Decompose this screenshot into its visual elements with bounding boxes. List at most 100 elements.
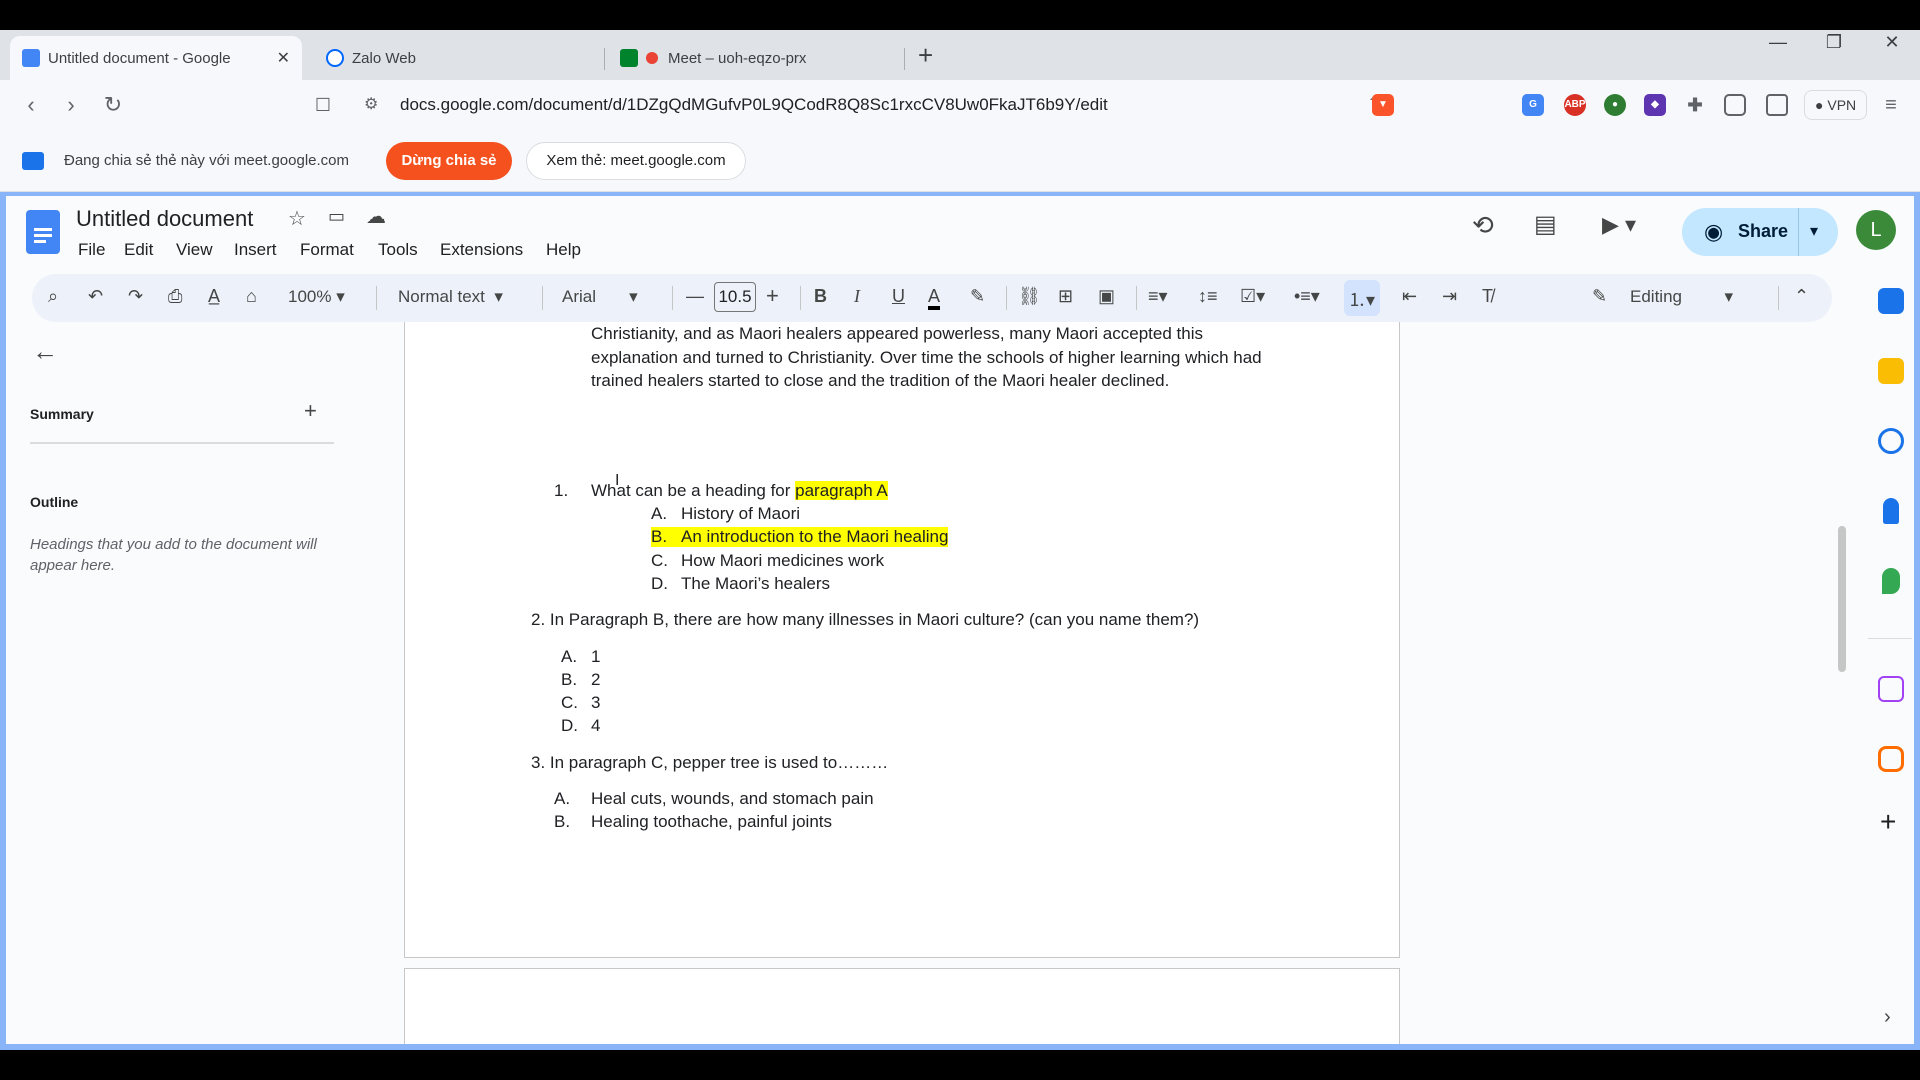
redo-icon[interactable]: ↷: [128, 286, 143, 307]
brave-shield-icon[interactable]: ▼: [1372, 94, 1394, 116]
numbered-list-icon[interactable]: ⒈▾: [1348, 286, 1375, 312]
ext-green-icon[interactable]: ●: [1604, 94, 1626, 116]
view-tab-button[interactable]: Xem thẻ: meet.google.com: [526, 142, 746, 180]
bold-icon[interactable]: B: [814, 286, 827, 307]
menu-file[interactable]: File: [78, 240, 105, 260]
menu-tools[interactable]: Tools: [378, 240, 418, 260]
italic-icon[interactable]: I: [854, 286, 860, 307]
document-page-next[interactable]: [404, 968, 1400, 1044]
decrease-indent-icon[interactable]: ⇤: [1402, 286, 1417, 307]
document-title[interactable]: Untitled document: [76, 206, 253, 232]
insert-link-icon[interactable]: ⛓: [1018, 286, 1041, 307]
keep-icon[interactable]: [1878, 358, 1904, 384]
move-folder-icon[interactable]: ▭: [328, 206, 345, 227]
line-spacing-icon[interactable]: ↕≡: [1198, 286, 1218, 307]
q1-option-letter: D.: [651, 574, 668, 593]
tab-meet[interactable]: Meet – uoh-eqzo-prx: [608, 36, 898, 80]
addon-purple-icon[interactable]: [1878, 676, 1904, 702]
stop-sharing-button[interactable]: Dừng chia sẻ: [386, 142, 512, 180]
reload-icon[interactable]: ↻: [98, 90, 128, 120]
increase-indent-icon[interactable]: ⇥: [1442, 286, 1457, 307]
q2-option-text: 4: [591, 716, 601, 735]
site-settings-icon[interactable]: ⚙: [364, 94, 378, 114]
add-summary-plus-icon[interactable]: +: [304, 398, 317, 424]
tab-google-docs[interactable]: Untitled document - Google ✕: [10, 36, 302, 80]
get-addons-plus-icon[interactable]: +: [1880, 806, 1896, 838]
comments-icon[interactable]: ▤: [1534, 210, 1557, 239]
q2-question: 2. In Paragraph B, there are how many il…: [531, 610, 1200, 629]
docs-logo-icon[interactable]: [26, 210, 60, 254]
increase-font-size-icon[interactable]: +: [766, 283, 779, 309]
search-menus-icon[interactable]: ⌕: [48, 286, 58, 307]
addon-orange-icon[interactable]: [1878, 746, 1904, 772]
menu-edit[interactable]: Edit: [124, 240, 153, 260]
contacts-icon[interactable]: [1883, 498, 1899, 524]
document-scrollbar[interactable]: [1838, 526, 1846, 672]
text-color-icon[interactable]: A: [928, 286, 941, 310]
bulleted-list-icon[interactable]: •≡▾: [1294, 286, 1320, 307]
calendar-icon[interactable]: [1878, 288, 1904, 314]
forward-icon[interactable]: ›: [56, 90, 86, 120]
close-window-icon[interactable]: ✕: [1872, 32, 1912, 53]
ext-purple-icon[interactable]: ◆: [1644, 94, 1666, 116]
version-history-icon[interactable]: ⟲: [1472, 210, 1494, 241]
outline-placeholder-note: Headings that you add to the document wi…: [30, 536, 317, 574]
bookmark-icon[interactable]: ☐: [308, 90, 338, 120]
wallet-icon[interactable]: [1766, 94, 1788, 116]
tab-zalo[interactable]: Zalo Web: [314, 36, 594, 80]
document-page[interactable]: Christianity, and as Maori healers appea…: [404, 322, 1400, 958]
print-icon[interactable]: ⎙: [168, 286, 182, 307]
spellcheck-icon[interactable]: A̲: [208, 286, 220, 307]
menu-extensions[interactable]: Extensions: [440, 240, 523, 260]
share-dropdown-icon[interactable]: ▾: [1810, 221, 1818, 241]
insert-image-icon[interactable]: ▣: [1098, 286, 1115, 307]
editing-mode-select[interactable]: Editing ▾: [1630, 287, 1733, 307]
address-bar[interactable]: ⚙ docs.google.com/document/d/1DZgQdMGufv…: [352, 84, 1392, 126]
paint-format-icon[interactable]: ⌂: [246, 286, 257, 307]
restore-icon[interactable]: ❐: [1814, 32, 1854, 53]
q2-option-letter: A.: [561, 647, 578, 666]
meet-camera-icon[interactable]: ▶ ▾: [1602, 212, 1636, 238]
font-size-input[interactable]: 10.5: [714, 282, 756, 312]
star-icon[interactable]: ☆: [288, 206, 306, 231]
underline-icon[interactable]: U: [892, 286, 905, 307]
text-cursor-icon: I: [615, 472, 620, 489]
vpn-button[interactable]: ● VPN: [1804, 90, 1868, 120]
q1-text: What can be a heading for: [591, 481, 796, 500]
close-tab-icon[interactable]: ✕: [277, 48, 290, 68]
highlight-color-icon[interactable]: ✎: [970, 286, 985, 307]
adblock-icon[interactable]: ABP: [1564, 94, 1586, 116]
menu-format[interactable]: Format: [300, 240, 354, 260]
zoom-select[interactable]: 100% ▾: [288, 287, 345, 307]
paragraph-line: explanation and turned to Christianity. …: [591, 348, 1262, 367]
docs-favicon-icon: [22, 49, 40, 67]
checklist-icon[interactable]: ☑▾: [1240, 286, 1265, 307]
browser-menu-icon[interactable]: ≡: [1876, 90, 1906, 120]
sidebar-toggle-icon[interactable]: [1724, 94, 1746, 116]
q2-option-letter: D.: [561, 716, 578, 735]
new-tab-plus-icon[interactable]: +: [918, 40, 933, 71]
paragraph-line: trained healers started to close and the…: [591, 371, 1170, 390]
menu-view[interactable]: View: [176, 240, 213, 260]
avatar[interactable]: L: [1856, 210, 1896, 250]
add-comment-icon[interactable]: ⊞: [1058, 286, 1073, 307]
clear-formatting-icon[interactable]: T̸: [1482, 286, 1493, 307]
minimize-icon[interactable]: —: [1758, 32, 1798, 53]
undo-icon[interactable]: ↶: [88, 286, 103, 307]
maps-icon[interactable]: [1882, 568, 1900, 594]
puzzle-icon[interactable]: ✚: [1684, 94, 1706, 116]
font-select[interactable]: Arial ▾: [562, 287, 638, 307]
hide-menus-chevron-icon[interactable]: ⌃: [1794, 286, 1809, 307]
close-outline-arrow-icon[interactable]: ←: [32, 336, 58, 367]
menu-insert[interactable]: Insert: [234, 240, 277, 260]
cloud-status-icon[interactable]: ☁: [366, 204, 386, 229]
back-icon[interactable]: ‹: [16, 90, 46, 120]
menu-help[interactable]: Help: [546, 240, 581, 260]
style-select[interactable]: Normal text ▾: [398, 287, 503, 307]
tasks-icon[interactable]: [1878, 428, 1904, 454]
decrease-font-size-icon[interactable]: —: [686, 286, 704, 307]
show-side-panel-chevron-icon[interactable]: ›: [1884, 1006, 1891, 1029]
google-translate-icon[interactable]: G: [1522, 94, 1544, 116]
share-button[interactable]: ◉ Share ▾: [1682, 208, 1838, 256]
align-icon[interactable]: ≡▾: [1148, 286, 1168, 307]
